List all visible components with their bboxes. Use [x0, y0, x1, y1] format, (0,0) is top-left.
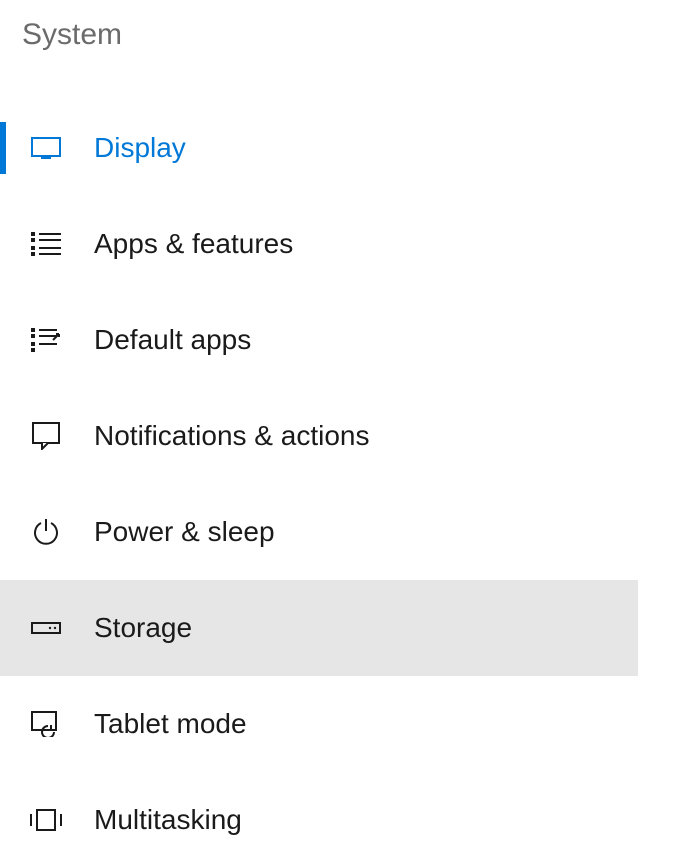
settings-nav: Display Apps & features Default apps	[0, 100, 638, 868]
nav-item-label: Notifications & actions	[94, 420, 369, 452]
nav-item-power-sleep[interactable]: Power & sleep	[0, 484, 638, 580]
tablet-icon	[30, 708, 62, 740]
nav-item-multitasking[interactable]: Multitasking	[0, 772, 638, 868]
nav-item-label: Tablet mode	[94, 708, 247, 740]
storage-icon	[30, 612, 62, 644]
nav-item-notifications[interactable]: Notifications & actions	[0, 388, 638, 484]
page-title: System	[0, 0, 675, 52]
nav-item-default-apps[interactable]: Default apps	[0, 292, 638, 388]
nav-item-label: Default apps	[94, 324, 251, 356]
nav-item-display[interactable]: Display	[0, 100, 638, 196]
nav-item-storage[interactable]: Storage	[0, 580, 638, 676]
power-icon	[30, 516, 62, 548]
default-apps-icon	[30, 324, 62, 356]
notification-icon	[30, 420, 62, 452]
nav-item-label: Multitasking	[94, 804, 242, 836]
nav-item-apps-features[interactable]: Apps & features	[0, 196, 638, 292]
nav-item-label: Storage	[94, 612, 192, 644]
display-icon	[30, 132, 62, 164]
nav-item-label: Display	[94, 132, 186, 164]
apps-list-icon	[30, 228, 62, 260]
nav-item-label: Power & sleep	[94, 516, 275, 548]
nav-item-label: Apps & features	[94, 228, 293, 260]
multitasking-icon	[30, 804, 62, 836]
nav-item-tablet-mode[interactable]: Tablet mode	[0, 676, 638, 772]
